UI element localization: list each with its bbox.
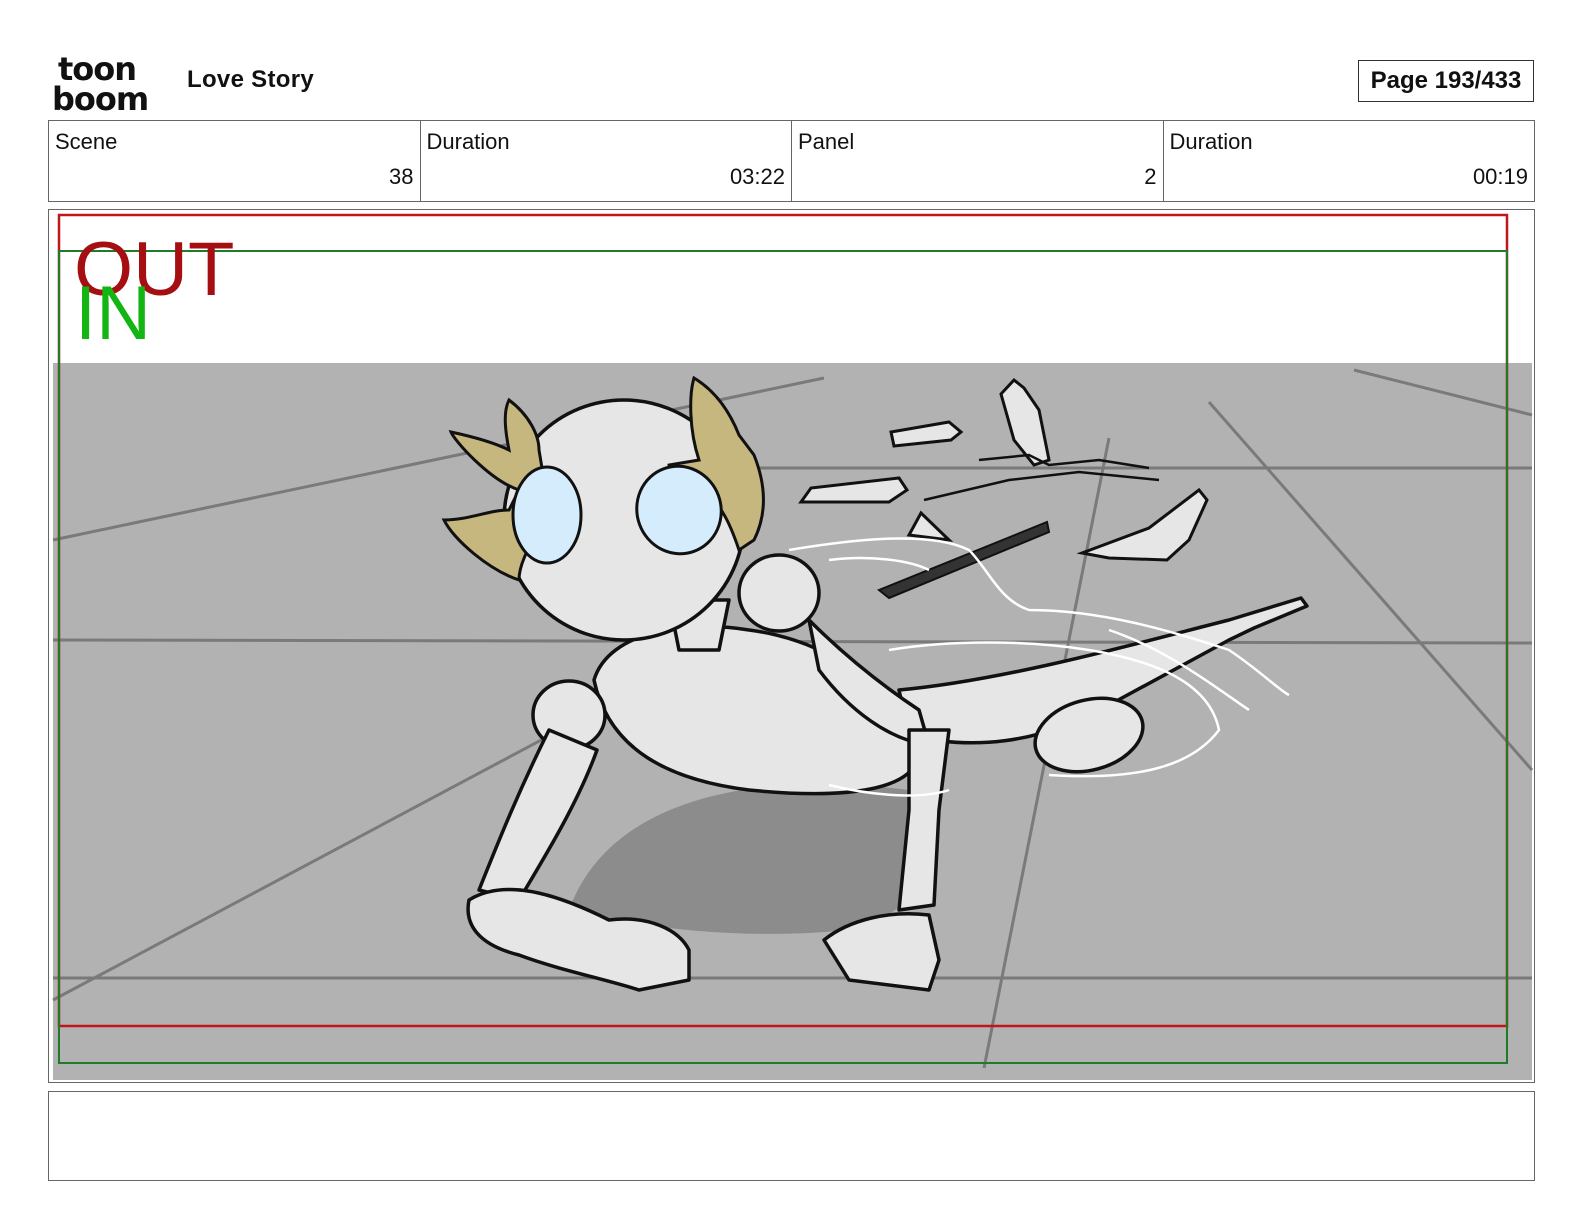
caption-box <box>48 1091 1535 1181</box>
panel-info-table: Scene 38 Duration 03:22 Panel 2 Duration… <box>48 120 1535 202</box>
in-frame-label: IN <box>75 271 151 356</box>
scene-duration-cell: Duration 03:22 <box>419 121 792 201</box>
panel-value: 2 <box>1144 164 1157 189</box>
storyboard-panel: OUT IN <box>48 209 1535 1083</box>
logo-text-bottom: boom <box>52 80 148 112</box>
toonboom-logo: toon boom <box>52 50 164 118</box>
scene-cell: Scene 38 <box>49 121 420 201</box>
scene-label: Scene <box>55 129 118 154</box>
page-indicator: Page 193/433 <box>1358 60 1534 102</box>
panel-duration-value: 00:19 <box>1472 164 1528 189</box>
project-title: Love Story <box>187 66 315 93</box>
panel-drawing <box>52 213 1534 1080</box>
panel-duration-label: Duration <box>1169 129 1253 154</box>
panel-duration-cell: Duration 00:19 <box>1162 121 1535 201</box>
panel-label: Panel <box>798 129 855 154</box>
scene-duration-label: Duration <box>426 129 510 154</box>
panel-cell: Panel 2 <box>791 121 1163 201</box>
scene-value: 38 <box>389 164 414 189</box>
scene-duration-value: 03:22 <box>729 164 785 189</box>
